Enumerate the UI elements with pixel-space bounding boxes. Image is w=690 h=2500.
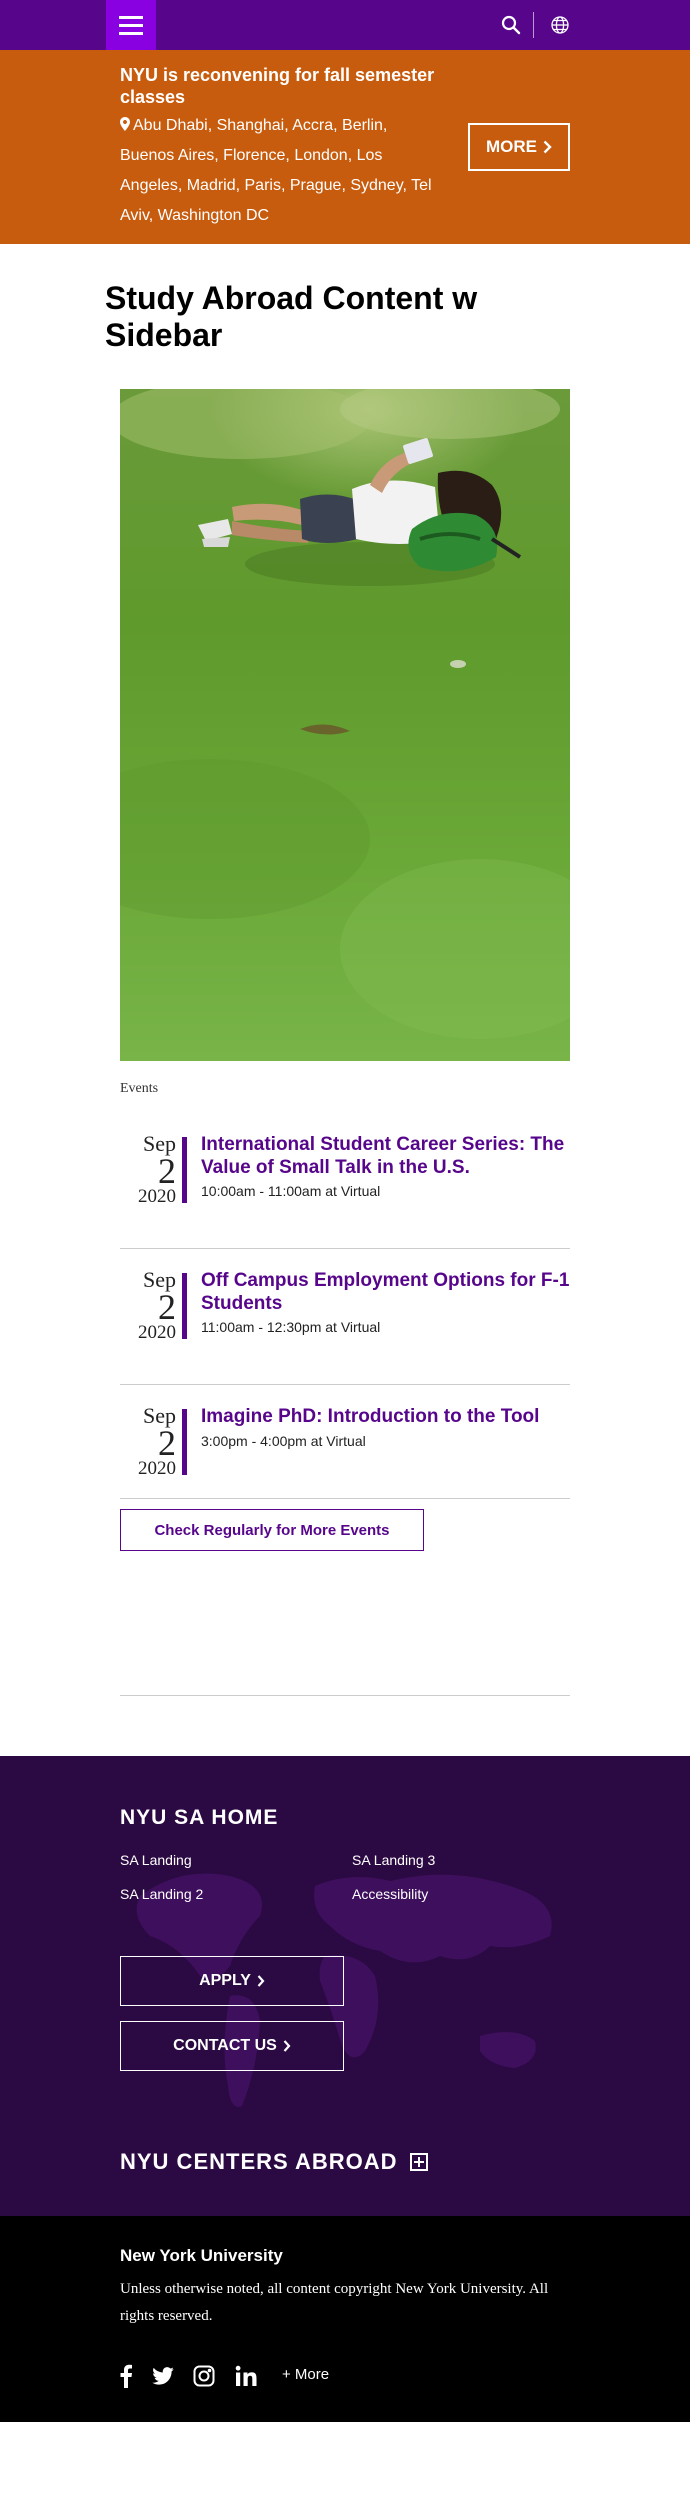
event-time: 11:00am - 12:30pm at Virtual: [201, 1319, 381, 1335]
more-events-button[interactable]: Check Regularly for More Events: [120, 1509, 424, 1551]
event-time: 10:00am - 11:00am at Virtual: [201, 1183, 381, 1199]
centers-abroad-label: NYU CENTERS ABROAD: [120, 2149, 398, 2174]
event-title-link[interactable]: International Student Career Series: The…: [201, 1133, 571, 1179]
footer-link-sa-landing[interactable]: SA Landing: [120, 1852, 192, 1868]
alert-banner: NYU is reconvening for fall semester cla…: [0, 50, 690, 244]
alert-locations: Abu Dhabi, Shanghai, Accra, Berlin, Buen…: [120, 111, 440, 231]
footer-link-sa-landing-2[interactable]: SA Landing 2: [120, 1886, 203, 1902]
footer-link-accessibility[interactable]: Accessibility: [352, 1886, 428, 1902]
divider: [120, 1248, 570, 1249]
contact-us-label: CONTACT US: [173, 2037, 277, 2054]
alert-more-label: MORE: [486, 137, 537, 156]
event-day: 2: [158, 1287, 176, 1327]
event-accent-bar: [182, 1409, 187, 1475]
chevron-right-icon: [543, 140, 552, 154]
top-navigation-bar: [0, 0, 690, 50]
twitter-icon[interactable]: [149, 2362, 177, 2390]
expand-plus-icon[interactable]: [409, 2153, 428, 2171]
search-icon[interactable]: [494, 8, 528, 42]
event-year: 2020: [138, 1186, 176, 1207]
event-day: 2: [158, 1151, 176, 1191]
event-time: 3:00pm - 4:00pm at Virtual: [201, 1433, 366, 1449]
instagram-icon[interactable]: [190, 2362, 218, 2390]
linkedin-icon[interactable]: [232, 2362, 260, 2390]
map-pin-icon: [120, 117, 130, 131]
site-footer: NYU SA HOME SA Landing SA Landing 3 SA L…: [0, 1756, 690, 2216]
event-date: Sep 2 2020: [120, 1269, 176, 1343]
divider: [120, 1384, 570, 1385]
event-year: 2020: [138, 1458, 176, 1479]
copyright-text: Unless otherwise noted, all content copy…: [120, 2281, 549, 2324]
alert-more-button[interactable]: MORE: [468, 123, 570, 171]
event-accent-bar: [182, 1137, 187, 1203]
event-date: Sep 2 2020: [120, 1133, 176, 1207]
alert-title: NYU is reconvening for fall semester cla…: [120, 65, 435, 107]
contact-us-button[interactable]: CONTACT US: [120, 2021, 344, 2071]
alert-locations-text: Abu Dhabi, Shanghai, Accra, Berlin, Buen…: [120, 117, 432, 224]
social-more-link[interactable]: + More: [282, 2366, 329, 2383]
university-name: New York University: [120, 2246, 283, 2265]
events-heading: Events: [120, 1081, 159, 1096]
event-title-link[interactable]: Off Campus Employment Options for F-1 St…: [201, 1269, 571, 1315]
footer-link-sa-landing-3[interactable]: SA Landing 3: [352, 1852, 435, 1868]
event-accent-bar: [182, 1273, 187, 1339]
divider: [120, 1695, 570, 1696]
event-date: Sep 2 2020: [120, 1405, 176, 1479]
facebook-icon[interactable]: [112, 2362, 140, 2390]
event-title-link[interactable]: Imagine PhD: Introduction to the Tool: [201, 1405, 571, 1428]
chevron-right-icon: [257, 1975, 265, 1987]
divider: [120, 1498, 570, 1499]
page-title: Study Abroad Content w Sidebar: [105, 280, 478, 353]
nav-divider: [533, 12, 534, 38]
apply-label: APPLY: [199, 1972, 251, 1989]
chevron-right-icon: [283, 2040, 291, 2052]
hero-image-student-on-grass: [120, 389, 570, 1061]
footer-title: NYU SA HOME: [120, 1806, 279, 1829]
event-year: 2020: [138, 1322, 176, 1343]
centers-abroad-heading: NYU CENTERS ABROAD: [120, 2149, 428, 2175]
hamburger-menu-icon[interactable]: [106, 0, 156, 50]
event-day: 2: [158, 1423, 176, 1463]
bottom-footer: New York University Unless otherwise not…: [0, 2216, 690, 2422]
apply-button[interactable]: APPLY: [120, 1956, 344, 2006]
globe-icon[interactable]: [543, 8, 577, 42]
